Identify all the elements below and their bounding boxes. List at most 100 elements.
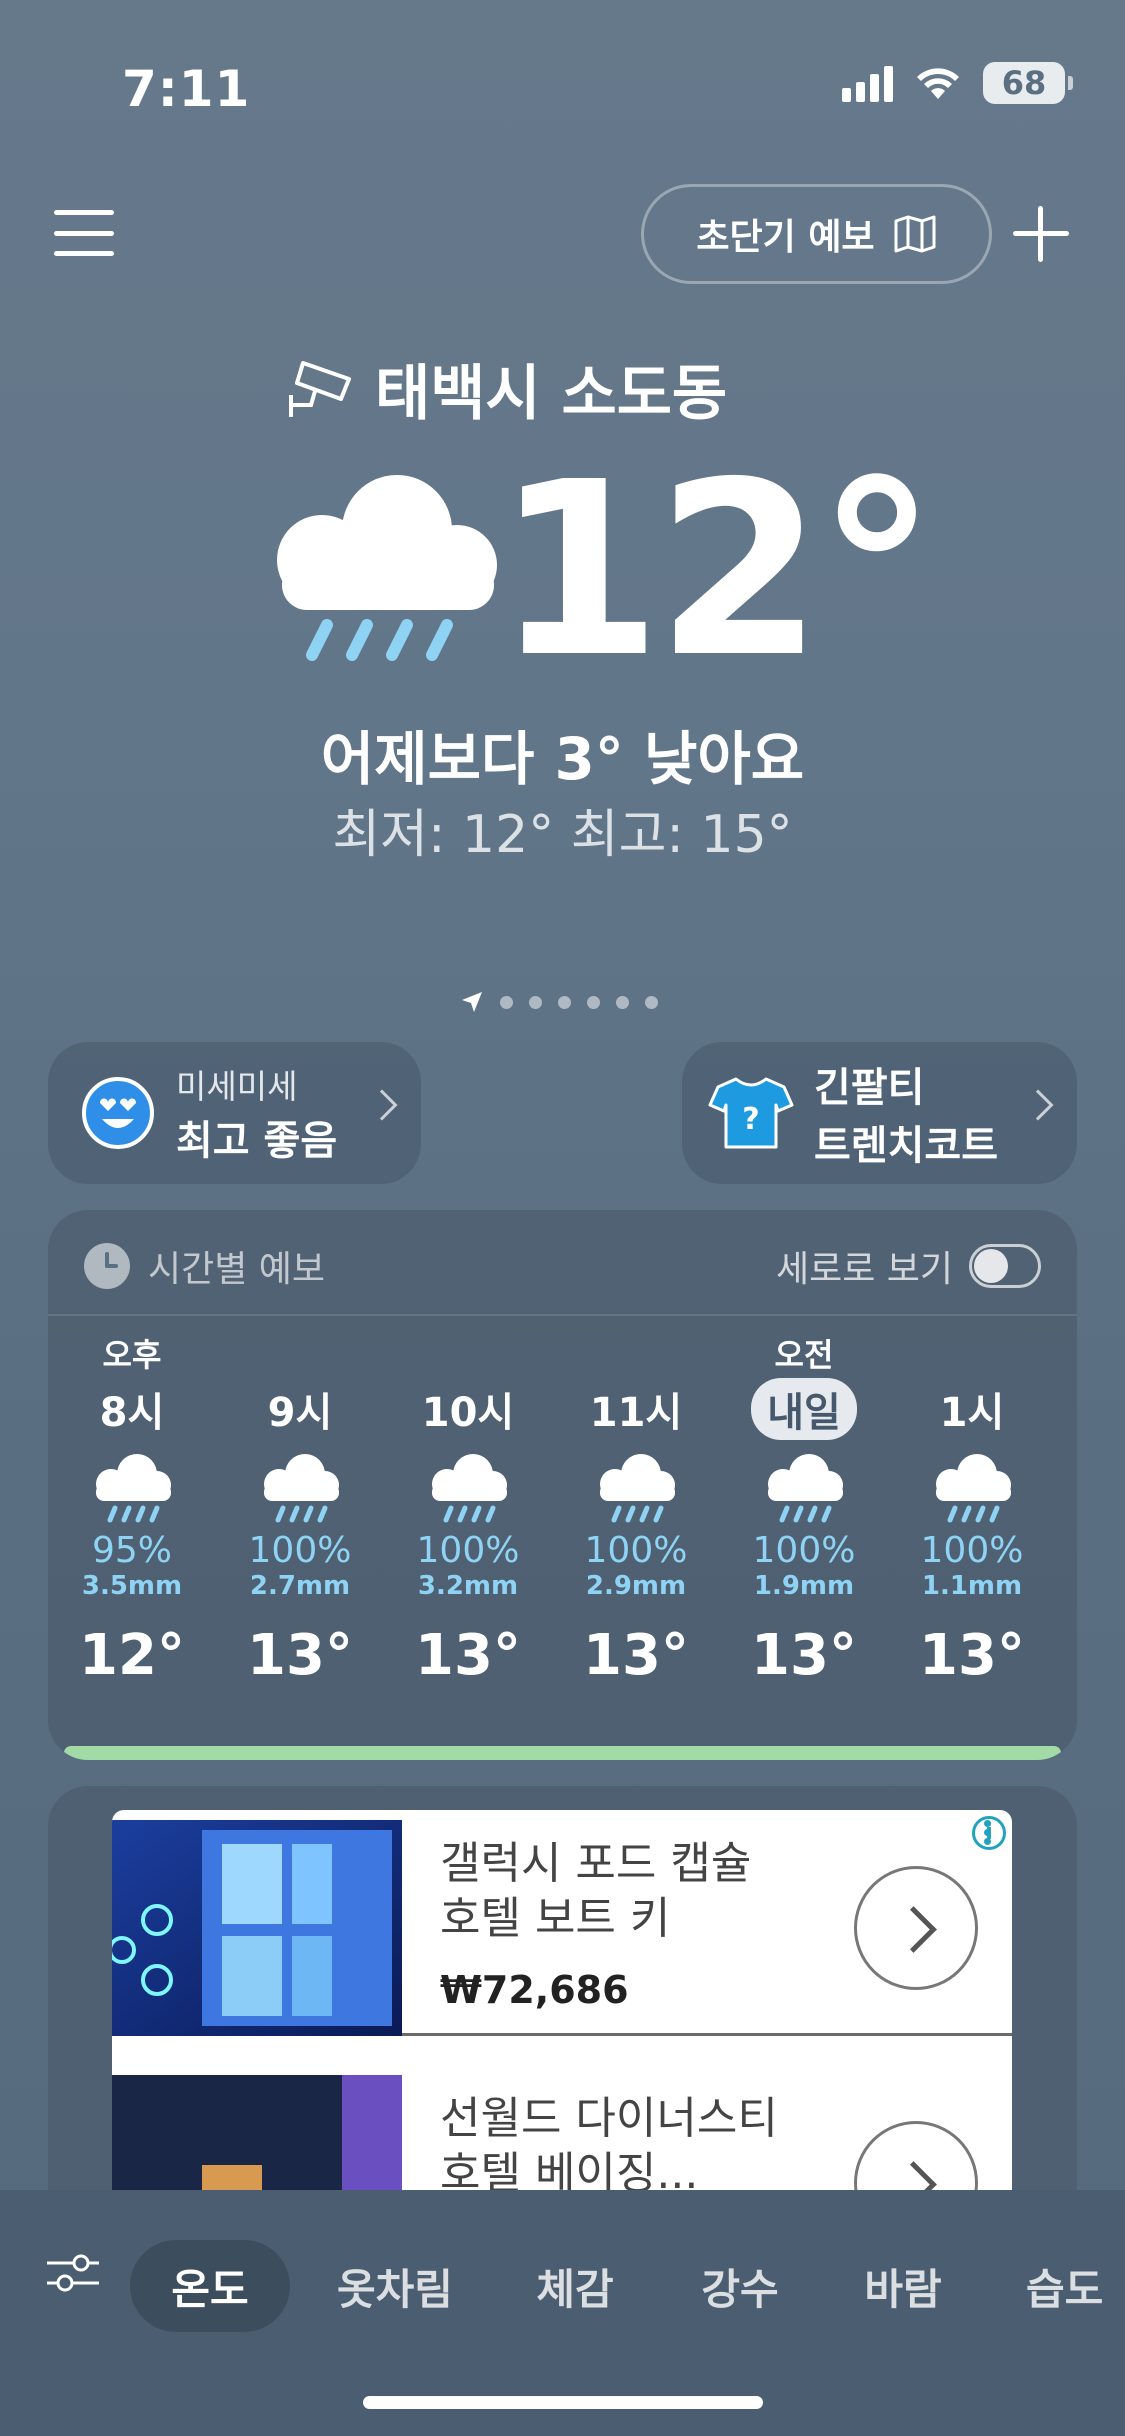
page-dot	[529, 995, 542, 1009]
ad-item[interactable]: 갤럭시 포드 캡슐 호텔 보트 키 ₩72,686 i	[112, 1810, 1012, 2036]
precip-probability: 100%	[920, 1530, 1024, 1571]
short-term-forecast-label: 초단기 예보	[696, 217, 875, 258]
precip-amount: 3.2mm	[417, 1571, 519, 1601]
ad-title-line1: 선월드 다이너스티	[440, 2093, 778, 2144]
add-location-button[interactable]	[1013, 206, 1069, 262]
hour-label: 9시	[267, 1390, 333, 1436]
filter-settings-icon[interactable]	[45, 2250, 101, 2296]
tab-temperature[interactable]: 온도	[130, 2240, 290, 2332]
rain-cloud-icon	[277, 475, 497, 661]
menu-icon[interactable]	[54, 210, 114, 256]
fine-dust-label: 미세미세	[176, 1067, 298, 1106]
temperature-comparison: 어제보다 3° 낮아요	[320, 725, 805, 793]
tab-feels-like[interactable]: 체감	[510, 2240, 640, 2332]
tab-precipitation[interactable]: 강수	[675, 2240, 805, 2332]
precip-probability: 100%	[584, 1530, 688, 1571]
status-time: 7:11	[122, 60, 251, 118]
hourly-item: 오후 8시 95% 3.5mm 12°	[48, 1330, 216, 1688]
hourly-forecast-header: 시간별 예보 세로로 보기	[48, 1210, 1077, 1316]
hourly-temperature: 13°	[751, 1623, 857, 1688]
dot	[984, 1838, 991, 1845]
fine-dust-value: 최고 좋음	[176, 1118, 338, 1164]
tab-wind[interactable]: 바람	[838, 2240, 968, 2332]
hourly-item: 11시 100% 2.9mm 13°	[552, 1330, 720, 1688]
vertical-view-label: 세로로 보기	[775, 1249, 953, 1290]
hourly-temperature: 13°	[247, 1623, 353, 1688]
vertical-view-toggle[interactable]: 세로로 보기	[776, 1240, 1041, 1292]
hourly-item: 1시 100% 1.1mm 13°	[888, 1330, 1056, 1688]
rain-cloud-icon	[96, 1454, 171, 1523]
hourly-temperature: 13°	[919, 1623, 1025, 1688]
precip-probability: 100%	[248, 1530, 352, 1571]
period-label	[888, 1330, 1056, 1376]
ad-title-line1: 갤럭시 포드 캡슐	[440, 1838, 752, 1889]
map-icon	[894, 215, 936, 253]
hour-label: 8시	[99, 1390, 165, 1436]
hourly-title: 시간별 예보	[84, 1240, 325, 1292]
current-temperature: 12°	[495, 430, 937, 710]
ad-price: ₩72,686	[440, 1968, 629, 2012]
precip-amount: 1.1mm	[921, 1571, 1023, 1601]
tab-humidity[interactable]: 습도	[1000, 2240, 1125, 2332]
precip-probability: 95%	[91, 1530, 172, 1571]
precip-amount: 2.7mm	[249, 1571, 351, 1601]
rain-cloud-icon	[936, 1454, 1011, 1523]
hourly-item: 10시 100% 3.2mm 13°	[384, 1330, 552, 1688]
ad-container: 갤럭시 포드 캡슐 호텔 보트 키 ₩72,686 i 선월드 다이너스티 호텔…	[112, 1810, 1012, 2230]
status-indicators: 68	[842, 62, 1073, 104]
happy-face-icon	[82, 1077, 154, 1149]
hour-label: 11시	[589, 1390, 683, 1436]
hour-label: 내일	[751, 1378, 857, 1440]
min-max-temperature: 최저: 12° 최고: 15°	[332, 805, 793, 865]
ad-more-icon[interactable]	[984, 1818, 992, 1845]
precip-amount: 1.9mm	[753, 1571, 855, 1601]
hourly-item: 9시 100% 2.7mm 13°	[216, 1330, 384, 1688]
dot	[984, 1829, 991, 1836]
hourly-temperature: 13°	[583, 1623, 689, 1688]
page-indicator[interactable]	[460, 990, 658, 1014]
page-dot	[645, 995, 658, 1009]
chevron-right-icon	[1022, 1089, 1054, 1121]
clothing-outer: 트렌치코트	[814, 1123, 998, 1169]
ad-title-line2: 호텔 보트 키	[440, 1893, 671, 1944]
hourly-forecast-panel[interactable]: 시간별 예보 세로로 보기 오후 8시 95% 3.5mm 12° 9시 100% 2.7mm…	[48, 1210, 1077, 1760]
cellular-signal-icon	[842, 64, 893, 102]
period-label: 오전	[774, 1336, 834, 1374]
battery-icon: 68	[983, 62, 1073, 104]
short-term-forecast-button[interactable]: 초단기 예보	[641, 184, 992, 284]
cctv-icon	[289, 360, 351, 417]
hourly-temperature: 12°	[79, 1623, 185, 1688]
period-label: 오후	[102, 1336, 162, 1374]
rain-cloud-icon	[768, 1454, 843, 1523]
precip-amount: 3.5mm	[81, 1571, 183, 1601]
wifi-icon	[917, 68, 959, 99]
clock-icon	[84, 1243, 130, 1289]
rain-cloud-icon	[264, 1454, 339, 1523]
chevron-right-icon	[366, 1089, 398, 1121]
clothing-card[interactable]: ? 긴팔티 트렌치코트	[682, 1042, 1077, 1184]
toggle-switch[interactable]	[969, 1244, 1041, 1288]
air-quality-bar	[64, 1746, 1061, 1760]
tshirt-icon: ?	[708, 1077, 794, 1149]
hour-label: 1시	[939, 1390, 1005, 1436]
period-label	[552, 1330, 720, 1376]
ad-open-button[interactable]	[854, 1866, 978, 1990]
location-arrow-icon	[462, 992, 482, 1012]
hourly-title-text: 시간별 예보	[148, 1249, 326, 1290]
tab-clothing[interactable]: 옷차림	[320, 2240, 470, 2332]
hour-label: 10시	[421, 1390, 515, 1436]
period-label	[216, 1330, 384, 1376]
precip-amount: 2.9mm	[585, 1571, 687, 1601]
clothing-top: 긴팔티	[814, 1065, 925, 1111]
fine-dust-card[interactable]: 미세미세 최고 좋음	[48, 1042, 421, 1184]
hourly-temperature: 13°	[415, 1623, 521, 1688]
period-label	[384, 1330, 552, 1376]
svg-text:?: ?	[742, 1102, 759, 1137]
precip-probability: 100%	[416, 1530, 520, 1571]
rain-cloud-icon	[432, 1454, 507, 1523]
capsule-hotel-image	[112, 1820, 402, 2036]
home-indicator[interactable]	[363, 2396, 763, 2409]
location-header[interactable]: 태백시 소도동	[285, 345, 727, 432]
hourly-item: 오전 내일 100% 1.9mm 13°	[720, 1330, 888, 1688]
rain-cloud-icon	[600, 1454, 675, 1523]
